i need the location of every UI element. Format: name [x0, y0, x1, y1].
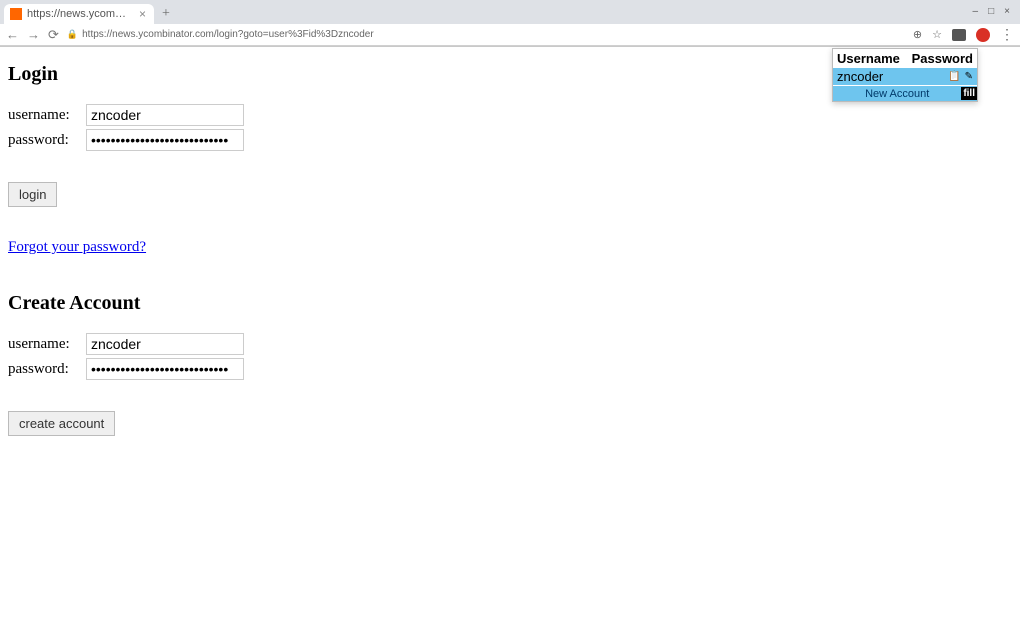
key-extension-icon[interactable]: [952, 29, 966, 41]
menu-icon[interactable]: ⋮: [1000, 26, 1014, 43]
password-manager-popup: Username Password zncoder 📋 ✎ New Accoun…: [832, 48, 978, 102]
pw-header-password: Password: [912, 51, 973, 66]
search-icon[interactable]: ⊕: [913, 28, 922, 41]
browser-chrome: https://news.ycombina × + – □ × ← → ⟳ 🔒 …: [0, 0, 1020, 47]
minimize-icon[interactable]: –: [973, 6, 979, 17]
new-tab-button[interactable]: +: [154, 6, 178, 22]
copy-icon[interactable]: 📋: [948, 71, 960, 82]
pw-popup-footer: New Account fill: [833, 85, 977, 101]
back-button[interactable]: ←: [6, 27, 19, 42]
url-text: https://news.ycombinator.com/login?goto=…: [82, 29, 374, 40]
lock-icon: 🔒: [67, 29, 78, 40]
star-icon[interactable]: ☆: [932, 28, 942, 41]
favicon-icon: [10, 8, 22, 20]
create-account-button[interactable]: create account: [8, 411, 115, 436]
address-bar: ← → ⟳ 🔒 https://news.ycombinator.com/log…: [0, 24, 1020, 46]
window-controls: – □ ×: [973, 4, 1020, 17]
tab-close-icon[interactable]: ×: [139, 7, 146, 21]
create-password-input[interactable]: [86, 358, 244, 380]
login-username-input[interactable]: [86, 104, 244, 126]
pw-entry-row[interactable]: zncoder 📋 ✎: [833, 68, 977, 85]
tab-bar: https://news.ycombina × + – □ ×: [0, 0, 1020, 24]
login-password-row: password:: [8, 129, 1012, 151]
profile-avatar[interactable]: [976, 28, 990, 42]
login-password-label: password:: [8, 132, 82, 149]
maximize-icon[interactable]: □: [988, 6, 994, 17]
create-username-label: username:: [8, 336, 82, 353]
login-username-label: username:: [8, 107, 82, 124]
create-password-row: password:: [8, 358, 1012, 380]
forward-button[interactable]: →: [27, 27, 40, 42]
create-username-row: username:: [8, 333, 1012, 355]
url-field[interactable]: 🔒 https://news.ycombinator.com/login?got…: [67, 29, 905, 40]
pw-popup-header: Username Password: [833, 49, 977, 68]
login-password-input[interactable]: [86, 129, 244, 151]
browser-tab[interactable]: https://news.ycombina ×: [4, 4, 154, 24]
toolbar-right: ⊕ ☆ ⋮: [913, 26, 1014, 43]
create-password-label: password:: [8, 361, 82, 378]
reveal-icon[interactable]: ✎: [965, 71, 973, 82]
forgot-password-link[interactable]: Forgot your password?: [8, 239, 146, 256]
login-username-row: username:: [8, 104, 1012, 126]
pw-entry-username: zncoder: [837, 69, 944, 84]
fill-button[interactable]: fill: [961, 87, 977, 100]
pw-header-username: Username: [837, 51, 912, 66]
login-button[interactable]: login: [8, 182, 57, 207]
new-account-link[interactable]: New Account: [833, 88, 961, 100]
tab-title: https://news.ycombina: [27, 8, 130, 20]
create-username-input[interactable]: [86, 333, 244, 355]
reload-button[interactable]: ⟳: [48, 27, 59, 43]
window-close-icon[interactable]: ×: [1004, 6, 1010, 17]
create-account-heading: Create Account: [8, 292, 1012, 315]
page-content: Login username: password: login Forgot y…: [0, 47, 1020, 448]
